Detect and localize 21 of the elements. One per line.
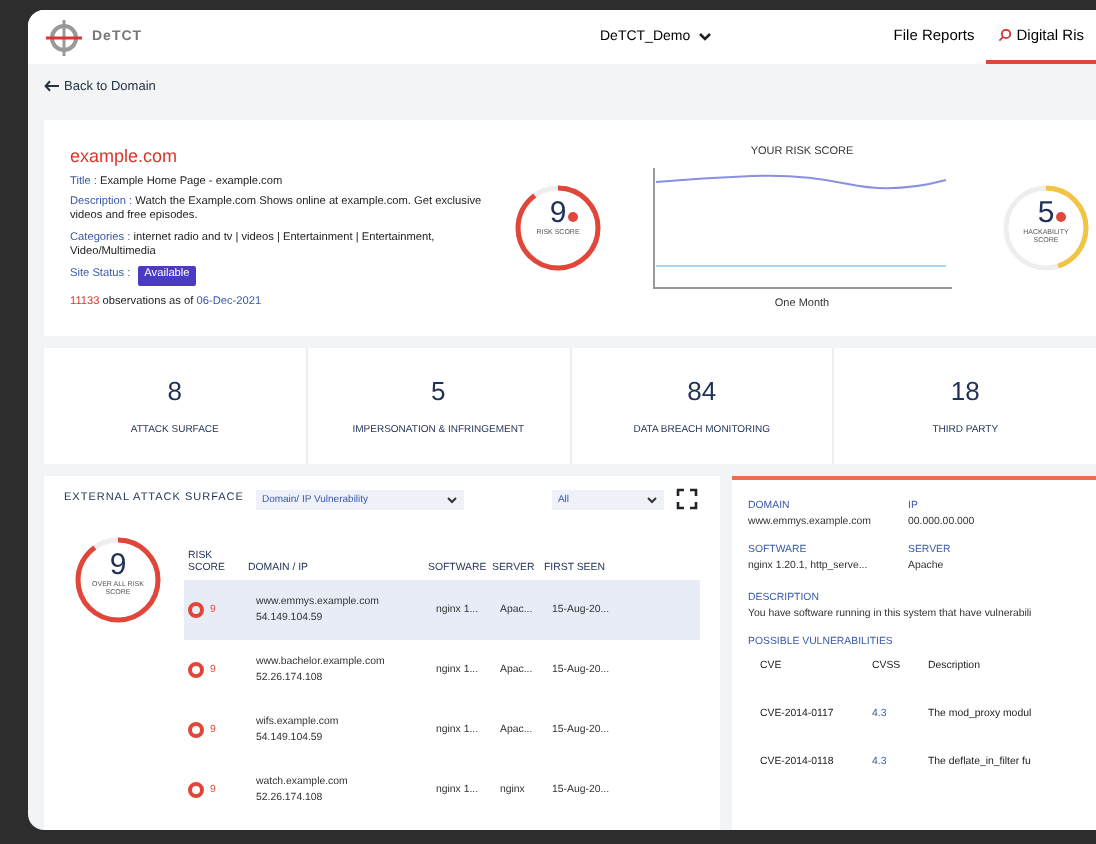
alert-dot-icon: [568, 212, 578, 222]
hackability-score-value: 5: [1037, 198, 1055, 228]
fullscreen-icon[interactable]: [675, 488, 698, 510]
stat-value: 5: [431, 376, 446, 406]
alert-ring-icon: [188, 662, 204, 678]
chevron-down-icon: [445, 495, 458, 503]
domain-title: example.com: [70, 146, 180, 170]
alert-ring-icon: [188, 602, 204, 618]
search-icon: [998, 28, 1013, 42]
overall-score-value: 9: [109, 550, 127, 580]
alert-dot-icon: [1056, 212, 1066, 222]
chevron-down-icon: [698, 32, 713, 42]
stat-value: 8: [167, 376, 182, 406]
stat-value: 84: [687, 376, 717, 406]
stat-value: 18: [950, 376, 980, 406]
chevron-down-icon: [645, 495, 658, 503]
risk-score-value: 9: [549, 198, 567, 228]
arrow-left-icon: [44, 80, 60, 92]
alert-ring-icon: [188, 782, 204, 798]
crosshair-logo-icon: [44, 17, 84, 57]
alert-ring-icon: [188, 722, 204, 738]
